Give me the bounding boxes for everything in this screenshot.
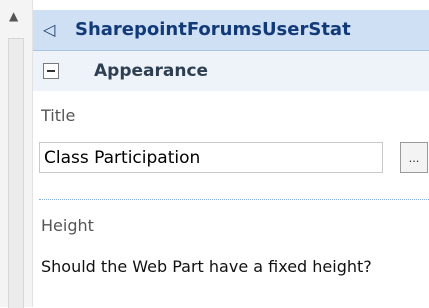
back-arrow-icon[interactable]: ◁ — [43, 10, 55, 50]
scroll-up-icon[interactable]: ▲ — [9, 6, 18, 26]
height-label: Height — [41, 216, 94, 235]
vertical-scrollbar[interactable]: ▲ — [0, 0, 33, 308]
appearance-section-body: Title ... Height Should the Web Part hav… — [33, 92, 429, 307]
tool-pane-title: SharepointForumsUserStat — [75, 19, 351, 40]
title-input[interactable] — [39, 142, 383, 173]
section-title: Appearance — [94, 61, 209, 81]
height-description: Should the Web Part have a fixed height? — [41, 257, 372, 276]
appearance-section-header[interactable]: Appearance — [33, 51, 429, 91]
collapse-icon[interactable] — [43, 63, 59, 79]
tool-pane-header: ◁ SharepointForumsUserStat — [33, 10, 429, 51]
scrollbar-track[interactable] — [8, 38, 24, 308]
title-label: Title — [41, 106, 76, 125]
divider — [39, 199, 429, 200]
builder-button[interactable]: ... — [400, 142, 428, 173]
